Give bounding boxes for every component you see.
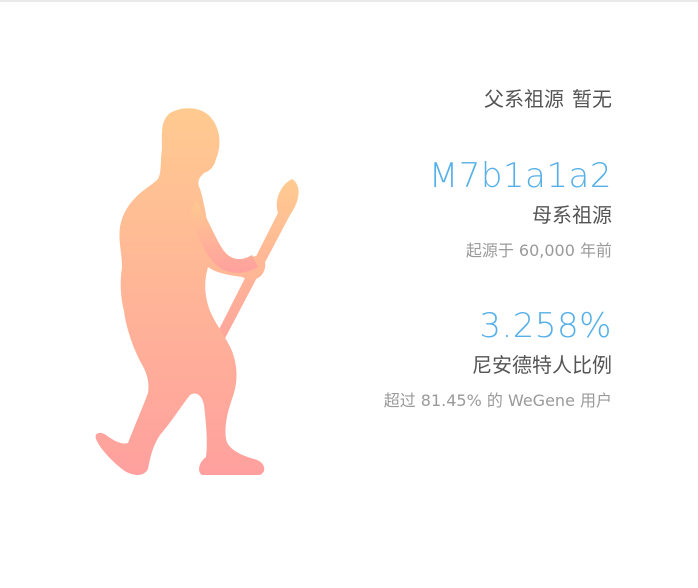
ancestry-summary: 父系祖源 暂无 M7b1a1a2 母系祖源 起源于 60,000 年前 3.258… bbox=[252, 86, 612, 412]
paternal-value: 暂无 bbox=[572, 87, 612, 111]
neanderthal-percent[interactable]: 3.258% bbox=[252, 306, 612, 346]
neanderthal-comparison: 超过 81.45% 的 WeGene 用户 bbox=[383, 391, 612, 410]
top-divider bbox=[0, 0, 698, 2]
paternal-label: 父系祖源 bbox=[484, 87, 564, 111]
maternal-haplogroup[interactable]: M7b1a1a2 bbox=[252, 156, 612, 196]
neanderthal-label: 尼安德特人比例 bbox=[472, 353, 612, 377]
paternal-ancestry-row: 父系祖源 暂无 bbox=[252, 86, 612, 112]
maternal-label: 母系祖源 bbox=[532, 203, 612, 227]
maternal-origin: 起源于 60,000 年前 bbox=[465, 241, 612, 260]
